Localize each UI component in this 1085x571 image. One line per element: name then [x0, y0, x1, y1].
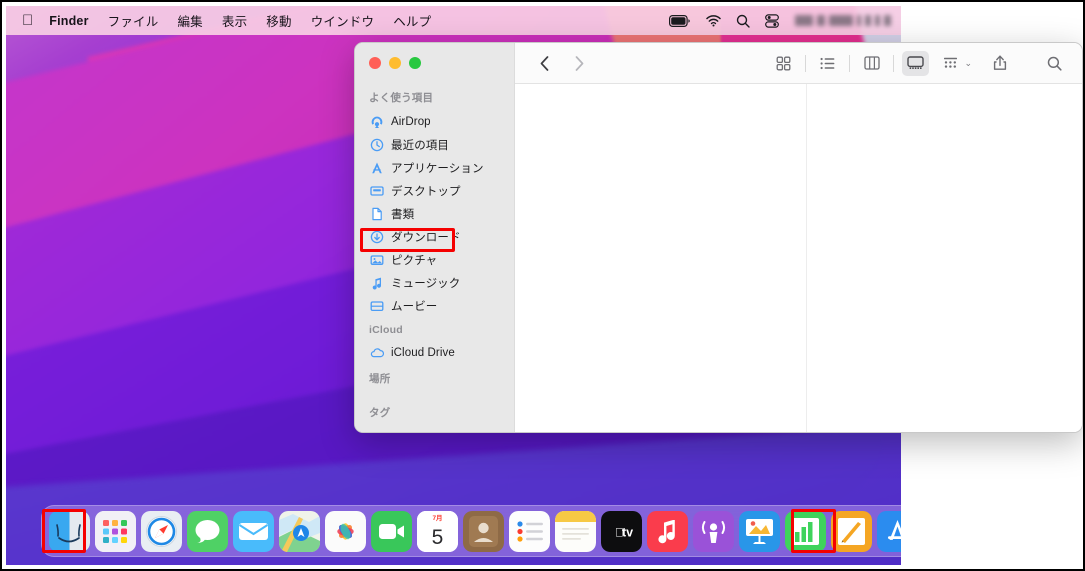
menu-bar:  Finder ファイル 編集 表示 移動 ウインドウ ヘルプ — [6, 6, 901, 35]
search-icon[interactable] — [736, 14, 750, 28]
svg-text:tv: tv — [622, 525, 633, 539]
sidebar-item-recents-label: 最近の項目 — [391, 139, 449, 152]
pictures-icon — [369, 252, 384, 267]
dock-item-keynote[interactable] — [739, 510, 780, 552]
dock-item-notes[interactable] — [555, 510, 596, 552]
music-note-icon — [369, 275, 384, 290]
finder-content-area[interactable] — [515, 84, 1082, 432]
sidebar-item-music-label: ミュージック — [391, 277, 461, 290]
close-button[interactable] — [369, 57, 381, 69]
sidebar-section-tags-header: タグ — [369, 407, 391, 419]
menu-item-file[interactable]: ファイル — [108, 11, 159, 30]
svg-text:7月: 7月 — [432, 514, 442, 522]
sidebar-item-downloads[interactable]: ダウンロード — [355, 225, 514, 248]
share-button[interactable] — [986, 51, 1013, 76]
finder-preview-pane — [807, 84, 1082, 432]
sidebar-section-favorites-header: よく使う項目 — [369, 92, 434, 104]
dock-item-pages[interactable] — [831, 510, 872, 552]
menu-item-go[interactable]: 移動 — [266, 11, 291, 30]
dock-item-appstore[interactable] — [877, 510, 901, 552]
movies-icon — [369, 298, 384, 313]
airdrop-icon — [369, 114, 384, 129]
finder-main: ⌄ — [515, 43, 1082, 432]
forward-button[interactable] — [566, 51, 593, 76]
sidebar-item-applications-label: アプリケーション — [391, 162, 484, 175]
dock: 7月 5 tv — [41, 505, 901, 557]
sidebar-item-icloud-drive-label: iCloud Drive — [391, 346, 455, 359]
sidebar-item-airdrop-label: AirDrop — [391, 115, 431, 128]
dock-item-music[interactable] — [647, 510, 688, 552]
control-center-icon[interactable] — [765, 13, 779, 28]
finder-sidebar: よく使う項目 AirDrop 最近の項目 アプリケーション デスクトップ 書類 … — [355, 43, 515, 432]
list-view-button[interactable] — [814, 51, 841, 76]
sidebar-item-documents[interactable]: 書類 — [355, 202, 514, 225]
toolbar-divider-3 — [893, 54, 895, 72]
minimize-button[interactable] — [389, 57, 401, 69]
dock-item-calendar[interactable]: 7月 5 — [417, 510, 458, 552]
finder-search-button[interactable] — [1041, 51, 1068, 76]
menu-item-edit[interactable]: 編集 — [177, 11, 202, 30]
battery-icon[interactable] — [669, 14, 691, 27]
menu-item-help[interactable]: ヘルプ — [393, 11, 431, 30]
sidebar-item-downloads-label: ダウンロード — [391, 231, 461, 244]
applications-icon — [369, 160, 384, 175]
dock-item-messages[interactable] — [187, 510, 228, 552]
toolbar-divider-1 — [805, 54, 807, 72]
menu-item-finder[interactable]: Finder — [49, 14, 88, 28]
chevron-down-icon[interactable]: ⌄ — [964, 58, 972, 69]
group-by-button[interactable] — [939, 51, 961, 76]
dock-item-photos[interactable] — [325, 510, 366, 552]
desktop-icon — [369, 183, 384, 198]
redacted-date-time — [795, 14, 891, 27]
dock-item-finder[interactable] — [49, 510, 90, 552]
dock-item-appletv[interactable]:  tv — [601, 510, 642, 552]
finder-file-list[interactable] — [515, 84, 807, 432]
sidebar-item-documents-label: 書類 — [391, 208, 415, 221]
icloud-drive-icon — [369, 345, 384, 360]
sidebar-item-desktop[interactable]: デスクトップ — [355, 179, 514, 202]
zoom-button[interactable] — [409, 57, 421, 69]
dock-item-facetime[interactable] — [371, 510, 412, 552]
traffic-lights — [355, 52, 514, 83]
sidebar-item-icloud-drive[interactable]: iCloud Drive — [355, 341, 514, 364]
dock-item-launchpad[interactable] — [95, 510, 136, 552]
icon-view-button[interactable] — [770, 51, 797, 76]
menu-item-window[interactable]: ウインドウ — [311, 11, 375, 30]
column-view-button[interactable] — [858, 51, 885, 76]
toolbar-divider-2 — [849, 54, 851, 72]
sidebar-item-movies-label: ムービー — [391, 300, 438, 313]
wifi-icon[interactable] — [706, 14, 721, 27]
recents-clock-icon — [369, 137, 384, 152]
dock-item-reminders[interactable] — [509, 510, 550, 552]
sidebar-section-locations-header: 場所 — [369, 373, 391, 385]
sidebar-section-icloud-header: iCloud — [369, 324, 403, 336]
sidebar-item-pictures-label: ピクチャ — [391, 254, 438, 267]
sidebar-item-movies[interactable]: ムービー — [355, 294, 514, 317]
documents-icon — [369, 206, 384, 221]
dock-item-numbers[interactable] — [785, 510, 826, 552]
dock-item-mail[interactable] — [233, 510, 274, 552]
dock-item-maps[interactable] — [279, 510, 320, 552]
dock-item-podcasts[interactable] — [693, 510, 734, 552]
sidebar-item-recents[interactable]: 最近の項目 — [355, 133, 514, 156]
svg-text:5: 5 — [432, 526, 444, 549]
dock-item-safari[interactable] — [141, 510, 182, 552]
finder-window: よく使う項目 AirDrop 最近の項目 アプリケーション デスクトップ 書類 … — [354, 42, 1083, 433]
sidebar-item-desktop-label: デスクトップ — [391, 185, 461, 198]
gallery-view-button[interactable] — [902, 50, 930, 76]
downloads-icon — [369, 229, 384, 244]
sidebar-item-applications[interactable]: アプリケーション — [355, 156, 514, 179]
back-button[interactable] — [531, 51, 558, 76]
menu-item-view[interactable]: 表示 — [222, 11, 247, 30]
sidebar-item-music[interactable]: ミュージック — [355, 271, 514, 294]
screenshot-root:  Finder ファイル 編集 表示 移動 ウインドウ ヘルプ — [0, 0, 1085, 571]
finder-toolbar: ⌄ — [515, 43, 1082, 84]
apple-logo-icon[interactable]:  — [22, 13, 33, 28]
dock-item-contacts[interactable] — [463, 510, 504, 552]
sidebar-item-airdrop[interactable]: AirDrop — [355, 110, 514, 133]
sidebar-item-pictures[interactable]: ピクチャ — [355, 248, 514, 271]
